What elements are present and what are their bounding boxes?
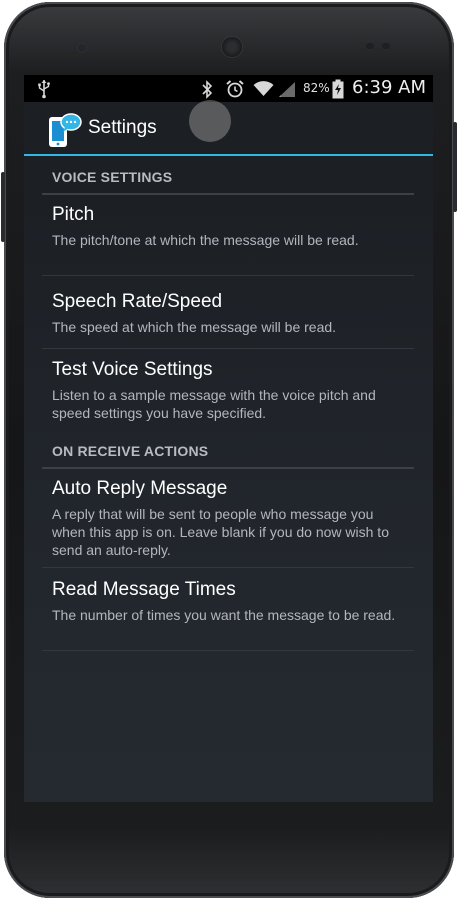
status-clock: 6:39 AM bbox=[352, 77, 426, 98]
light-sensor bbox=[382, 43, 390, 49]
alarm-icon bbox=[224, 78, 246, 100]
pref-auto-reply-message[interactable]: Auto Reply Message A reply that will be … bbox=[42, 469, 414, 568]
pref-summary: The speed at which the message will be r… bbox=[52, 319, 337, 335]
bluetooth-icon bbox=[199, 78, 215, 100]
signal-icon bbox=[277, 78, 297, 100]
touch-indicator bbox=[189, 100, 231, 142]
pref-summary: The pitch/tone at which the message will… bbox=[52, 232, 359, 248]
power-button bbox=[1, 172, 5, 242]
earpiece-speaker bbox=[222, 37, 242, 57]
section-header-label: ON RECEIVE ACTIONS bbox=[52, 443, 209, 459]
section-header-label: VOICE SETTINGS bbox=[52, 169, 173, 185]
pref-test-voice-settings[interactable]: Test Voice Settings Listen to a sample m… bbox=[42, 349, 414, 427]
pref-speech-rate[interactable]: Speech Rate/Speed The speed at which the… bbox=[42, 276, 414, 349]
pref-summary: The number of times you want the message… bbox=[52, 607, 396, 623]
app-logo-icon[interactable] bbox=[48, 112, 82, 148]
proximity-sensor bbox=[366, 43, 374, 49]
pref-title: Read Message Times bbox=[52, 579, 236, 600]
page-title: Settings bbox=[88, 117, 157, 138]
front-camera bbox=[78, 44, 86, 52]
pref-title: Auto Reply Message bbox=[52, 478, 228, 499]
wifi-icon bbox=[252, 78, 274, 100]
usb-icon bbox=[36, 78, 52, 100]
volume-button bbox=[453, 122, 457, 212]
battery-charging-icon bbox=[331, 78, 345, 100]
section-header-on-receive-actions: ON RECEIVE ACTIONS bbox=[42, 437, 414, 469]
screen: 82% 6:39 AM Settings VOICE SETTINGS Pitc… bbox=[24, 75, 433, 802]
pref-read-message-times[interactable]: Read Message Times The number of times y… bbox=[42, 568, 414, 651]
pref-title: Speech Rate/Speed bbox=[52, 291, 223, 312]
section-header-voice-settings: VOICE SETTINGS bbox=[42, 163, 414, 195]
pref-title: Test Voice Settings bbox=[52, 359, 213, 380]
status-bar: 82% 6:39 AM bbox=[24, 75, 433, 102]
pref-title: Pitch bbox=[52, 204, 95, 225]
pref-summary: Listen to a sample message with the voic… bbox=[52, 387, 376, 421]
pref-pitch[interactable]: Pitch The pitch/tone at which the messag… bbox=[42, 195, 414, 276]
pref-summary: A reply that will be sent to people who … bbox=[52, 506, 389, 558]
battery-percent: 82% bbox=[303, 81, 330, 95]
